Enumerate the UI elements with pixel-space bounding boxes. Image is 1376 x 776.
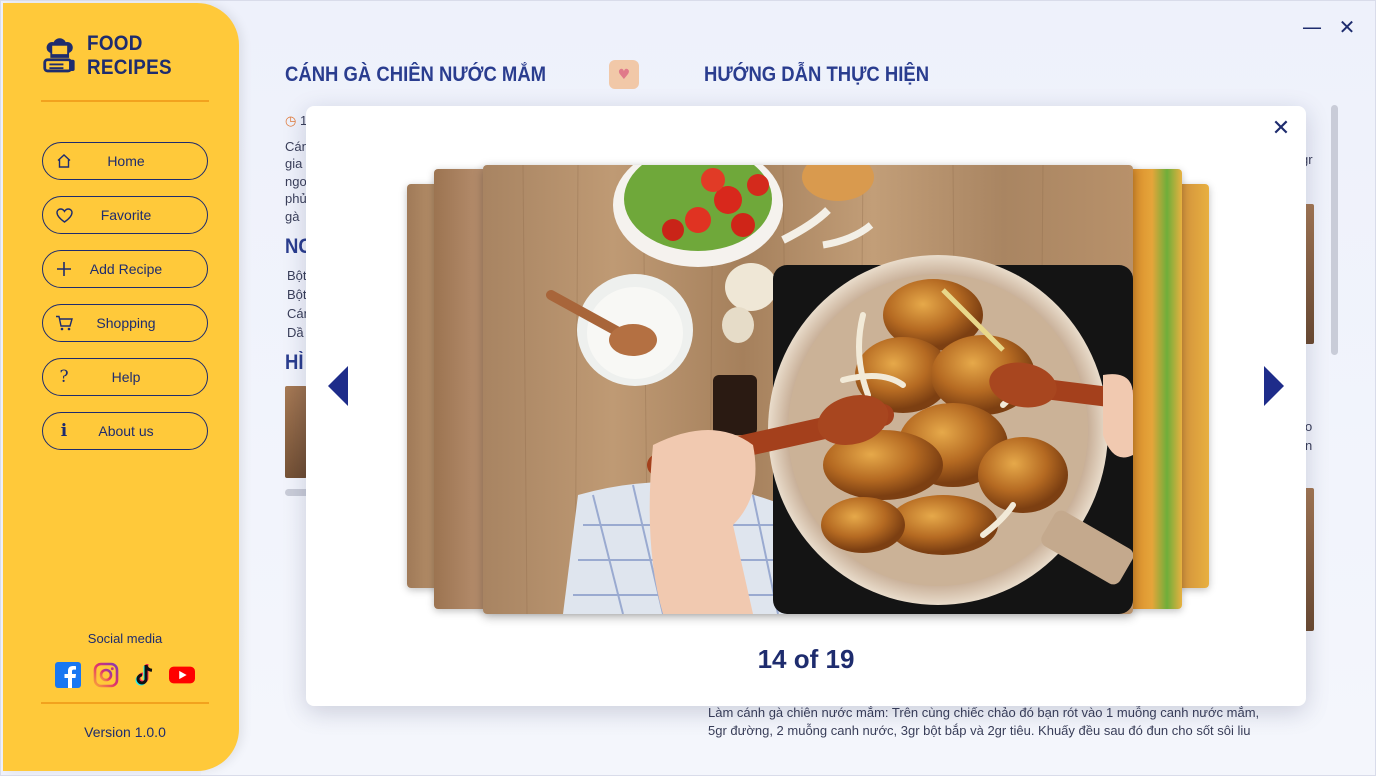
social-title: Social media — [87, 631, 163, 646]
fried-chicken-wings-photo — [483, 165, 1133, 614]
home-icon — [55, 152, 73, 170]
desc-line: phủ — [285, 191, 307, 206]
tiktok-icon[interactable] — [131, 662, 157, 688]
time-info: ◷ 1 — [285, 113, 308, 128]
step-text-fragment: o — [1305, 419, 1313, 434]
previous-image-button[interactable] — [328, 366, 350, 406]
images-title: HÌ — [285, 351, 304, 374]
favorite-toggle[interactable]: ♥ — [609, 60, 639, 89]
image-gallery-modal: ✕ 14 of 19 — [306, 106, 1306, 706]
desc-line: gia — [285, 156, 303, 171]
cart-icon — [55, 314, 73, 332]
step-text-fragment: n — [1305, 438, 1313, 453]
gallery-counter: 14 of 19 — [757, 644, 855, 674]
ingredient-item: Bột — [287, 268, 307, 283]
step-text: 5gr đường, 2 muỗng canh nước, 3gr bột bắ… — [708, 723, 1251, 738]
chef-hat-logo-icon — [43, 38, 75, 73]
app-window: CÁNH GÀ CHIÊN NƯỚC MẮM ♥ HƯỚNG DẪN THỰC … — [0, 0, 1376, 776]
gallery-main-image[interactable] — [483, 165, 1133, 614]
divider — [41, 702, 209, 704]
app-title: FOOD RECIPES — [87, 32, 173, 79]
heart-icon: ♥ — [617, 66, 631, 83]
desc-line: gà — [285, 209, 300, 224]
nav-home[interactable]: Home — [42, 142, 208, 180]
nav-add-recipe[interactable]: Add Recipe — [42, 250, 208, 288]
sidebar: FOOD RECIPES Home Favorite Add Recipe Sh… — [3, 3, 239, 771]
info-icon: i — [60, 421, 68, 441]
instructions-title: HƯỚNG DẪN THỰC HIỆN — [704, 63, 930, 86]
divider — [41, 100, 209, 102]
clock-icon: ◷ — [285, 113, 297, 128]
social-links — [55, 662, 195, 688]
nav-favorite[interactable]: Favorite — [42, 196, 208, 234]
desc-line: ngo — [285, 174, 307, 189]
plus-icon — [55, 260, 73, 278]
window-close-button[interactable]: ✕ — [1336, 17, 1358, 37]
brand: FOOD RECIPES — [41, 32, 239, 79]
vertical-scrollbar[interactable] — [1331, 105, 1338, 355]
youtube-icon[interactable] — [169, 662, 195, 688]
facebook-icon[interactable] — [55, 662, 81, 688]
step-text: Làm cánh gà chiên nước mắm: Trên cùng ch… — [708, 705, 1260, 720]
heart-icon — [55, 206, 73, 224]
next-image-button[interactable] — [1262, 366, 1284, 406]
nav-shopping[interactable]: Shopping — [42, 304, 208, 342]
recipe-title: CÁNH GÀ CHIÊN NƯỚC MẮM — [285, 63, 547, 86]
version-label: Version 1.0.0 — [84, 724, 166, 740]
question-icon: ? — [59, 367, 69, 387]
instagram-icon[interactable] — [93, 662, 119, 688]
image-thumbnail[interactable] — [285, 386, 307, 478]
nav-about[interactable]: i About us — [42, 412, 208, 450]
ingredient-item: Bột — [287, 287, 307, 302]
ingredient-item: Dầ — [287, 325, 304, 340]
nav-help[interactable]: ? Help — [42, 358, 208, 396]
close-gallery-button[interactable]: ✕ — [1270, 118, 1292, 140]
minimize-button[interactable]: — — [1301, 17, 1323, 37]
